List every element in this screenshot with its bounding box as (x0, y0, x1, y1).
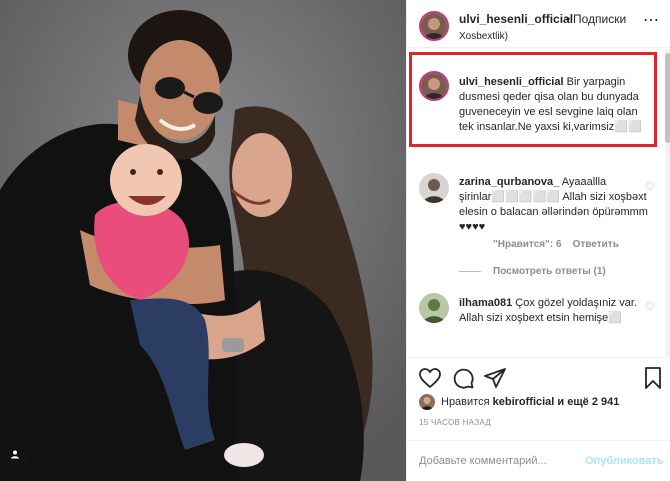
view-replies-label[interactable]: Посмотреть ответы (1) (493, 266, 606, 277)
post-timestamp[interactable]: 15 ЧАСОВ НАЗАД (419, 418, 491, 427)
likes-text: Нравится kebirofficial и ещё 2 941 (441, 396, 619, 408)
post-side-panel: ulvi_hesenli_official • Подписки Xosbext… (406, 0, 670, 481)
comment-likes-count[interactable]: "Нравится": 6 (493, 239, 562, 250)
comments-scrollbar[interactable] (665, 49, 670, 356)
comment-username[interactable]: zarina_qurbanova_ (459, 176, 559, 188)
post-actions (407, 357, 670, 397)
bookmark-icon[interactable] (641, 366, 665, 390)
view-replies-button[interactable]: Посмотреть ответы (1) (459, 266, 606, 277)
share-icon[interactable] (483, 366, 507, 390)
likes-summary: Нравится kebirofficial и ещё 2 941 (419, 394, 669, 412)
post-location[interactable]: Xosbextlik) (459, 31, 508, 42)
caption-username[interactable]: ulvi_hesenli_official (459, 76, 564, 88)
comment-like-heart-icon[interactable]: ♡ (645, 300, 655, 313)
comment-text: ilhama081 Çox gözel yoldaşıniz var. Alla… (459, 296, 649, 326)
post-photo-image (0, 0, 406, 481)
comment-meta: "Нравится": 6 Ответить (493, 239, 619, 250)
comment-reply-button[interactable]: Ответить (573, 239, 619, 250)
comments-scroll-area[interactable]: ulvi_hesenli_official Bir yarpagin dusme… (407, 49, 667, 356)
likes-count[interactable]: и ещё 2 941 (557, 396, 619, 408)
commenter-avatar[interactable] (419, 173, 449, 203)
user-tag-icon[interactable] (10, 449, 30, 469)
more-icon[interactable]: ⋯ (643, 10, 660, 30)
author-avatar[interactable] (419, 11, 449, 41)
liker-username[interactable]: kebirofficial (493, 396, 555, 408)
add-comment-bar: Опубликовать (407, 440, 670, 481)
replies-divider (459, 270, 481, 272)
heart-icon[interactable] (418, 366, 442, 390)
likes-prefix: Нравится (441, 396, 490, 408)
follow-status-button[interactable]: Подписки (573, 12, 626, 26)
post-header: ulvi_hesenli_official • Подписки Xosbext… (407, 0, 670, 48)
liker-avatar[interactable] (419, 394, 435, 410)
caption-author-avatar[interactable] (419, 71, 449, 101)
header-separator: • (566, 12, 571, 26)
comments-scrollbar-thumb[interactable] (665, 53, 670, 143)
commenter-avatar[interactable] (419, 293, 449, 323)
post-photo[interactable] (0, 0, 406, 481)
comment-username[interactable]: ilhama081 (459, 297, 512, 309)
author-username[interactable]: ulvi_hesenli_official (459, 12, 573, 26)
comment-like-heart-icon[interactable]: ♡ (645, 180, 655, 193)
publish-comment-button[interactable]: Опубликовать (585, 455, 664, 467)
caption-text: ulvi_hesenli_official Bir yarpagin dusme… (459, 75, 655, 135)
comment-text: zarina_qurbanova_ Ayaaallla şirinlar⬜⬜⬜⬜… (459, 175, 649, 235)
comment-icon[interactable] (451, 366, 475, 390)
add-comment-input[interactable] (419, 451, 579, 471)
